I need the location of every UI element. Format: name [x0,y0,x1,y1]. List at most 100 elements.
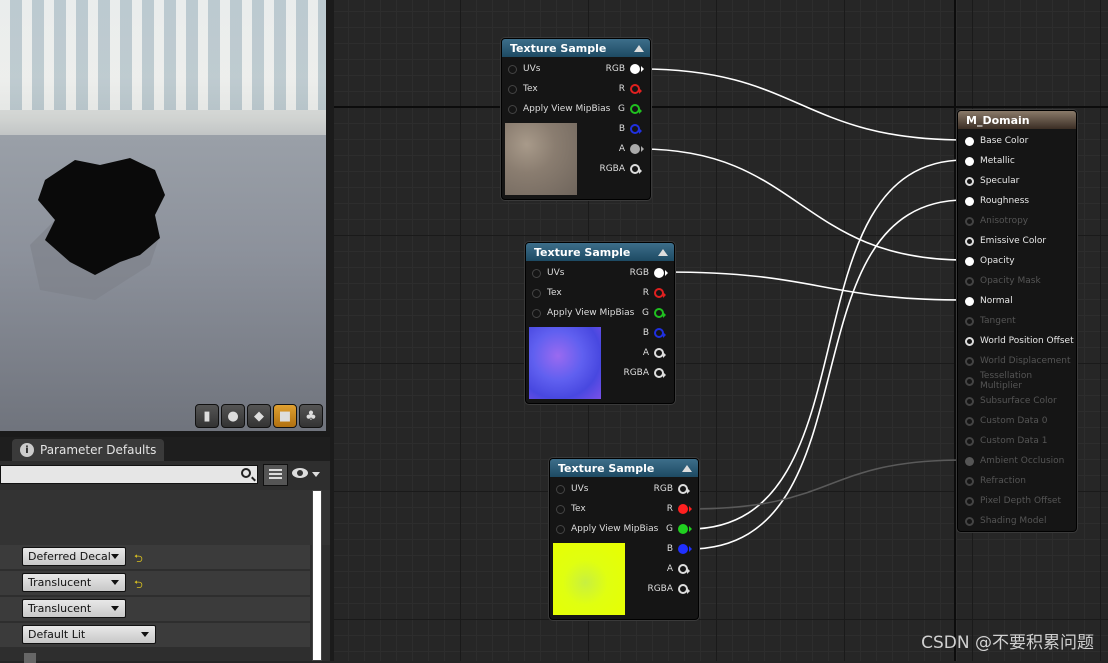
input-pin-mipbias[interactable]: Apply View MipBias [556,522,658,536]
output-pin-a[interactable]: A [667,562,690,576]
view-options-list-button[interactable] [263,464,288,486]
pin-icon [630,104,642,114]
pin-label: Apply View MipBias [571,524,659,534]
sphere-icon[interactable]: ● [221,404,245,428]
material-pin-subsurface-color[interactable]: Subsurface Color [965,394,1057,408]
input-pin-mipbias[interactable]: Apply View MipBias [532,306,634,320]
details-scrollbar[interactable] [312,490,322,661]
input-pin-tex[interactable]: Tex [508,82,538,96]
material-pin-opacity-mask[interactable]: Opacity Mask [965,274,1041,288]
output-pin-rgba[interactable]: RGBA [647,582,690,596]
input-pin-tex[interactable]: Tex [532,286,562,300]
pin-icon [965,436,974,446]
material-pin-base-color[interactable]: Base Color [965,134,1028,148]
preview-viewport[interactable]: ▮ ● ◆ ■ ♣ [0,0,326,431]
output-pin-r[interactable]: R [666,502,692,516]
output-pin-rgba[interactable]: RGBA [623,366,666,380]
teapot-icon[interactable]: ♣ [299,404,323,428]
details-panel: i Parameter Defaults Deferred Decal ⮌ Tr… [0,437,330,663]
node-header[interactable]: Texture Sample [526,243,674,261]
pin-icon [965,256,974,266]
checkbox[interactable] [24,653,36,663]
output-pin-a[interactable]: A [619,142,644,156]
collapse-icon[interactable] [658,249,668,256]
details-search-input[interactable] [0,465,258,484]
shading-model-combo[interactable]: Default Lit [22,625,156,644]
material-domain-combo[interactable]: Deferred Decal [22,547,126,566]
tab-parameter-defaults[interactable]: i Parameter Defaults [12,439,164,461]
material-pin-world-position-offset[interactable]: World Position Offset [965,334,1074,348]
pin-label: R [666,504,673,514]
plane-icon[interactable]: ◆ [247,404,271,428]
material-pin-specular[interactable]: Specular [965,174,1019,188]
pin-label: Refraction [980,476,1026,486]
material-pin-tangent[interactable]: Tangent [965,314,1016,328]
reset-to-default-icon[interactable]: ⮌ [134,576,143,595]
decal-blend-mode-combo[interactable]: Translucent [22,599,126,618]
material-pin-custom-data-1[interactable]: Custom Data 1 [965,434,1047,448]
chevron-down-icon[interactable] [312,472,320,477]
material-pin-world-displacement[interactable]: World Displacement [965,354,1071,368]
eye-icon[interactable] [292,468,308,478]
input-pin-uvs[interactable]: UVs [556,482,588,496]
pin-label: Ambient Occlusion [980,456,1065,466]
material-pin-shading-model[interactable]: Shading Model [965,514,1046,528]
pin-icon [678,584,690,594]
output-pin-rgba[interactable]: RGBA [599,162,642,176]
output-pin-g[interactable]: G [666,522,692,536]
output-pin-b[interactable]: B [619,122,642,136]
pin-label: Roughness [980,196,1030,206]
input-pin-tex[interactable]: Tex [556,502,586,516]
pin-label: World Position Offset [980,336,1074,346]
combo-value: Translucent [28,602,92,615]
material-pin-anisotropy[interactable]: Anisotropy [965,214,1028,228]
collapse-icon[interactable] [682,465,692,472]
material-pin-roughness[interactable]: Roughness [965,194,1029,208]
material-pin-opacity[interactable]: Opacity [965,254,1015,268]
texture-sample-node-3[interactable]: Texture Sample UVs Tex Apply View MipBia… [549,458,699,620]
output-pin-r[interactable]: R [642,286,666,300]
cylinder-icon[interactable]: ▮ [195,404,219,428]
output-pin-b[interactable]: B [667,542,692,556]
input-pin-mipbias[interactable]: Apply View MipBias [508,102,610,116]
node-header[interactable]: Texture Sample [550,459,698,477]
pin-label: Emissive Color [980,236,1047,246]
texture-sample-node-2[interactable]: Texture Sample UVs Tex Apply View MipBia… [525,242,675,404]
tab-label: Parameter Defaults [40,443,157,457]
material-pin-tessellation-multiplier[interactable]: Tessellation Multiplier [965,371,1076,391]
node-title: M_Domain [966,113,1030,127]
input-pin-uvs[interactable]: UVs [532,266,564,280]
collapse-icon[interactable] [634,45,644,52]
pin-label: R [642,288,649,298]
pin-label: Apply View MipBias [523,104,611,114]
blend-mode-combo[interactable]: Translucent [22,573,126,592]
output-pin-rgb[interactable]: RGB [654,482,690,496]
material-result-node[interactable]: M_Domain Base Color Metallic Specular Ro… [957,110,1077,532]
material-pin-normal[interactable]: Normal [965,294,1013,308]
material-pin-pixel-depth-offset[interactable]: Pixel Depth Offset [965,494,1061,508]
node-header[interactable]: Texture Sample [502,39,650,57]
pin-icon [965,336,974,346]
output-pin-b[interactable]: B [643,326,666,340]
input-pin-uvs[interactable]: UVs [508,62,540,76]
material-pin-emissive-color[interactable]: Emissive Color [965,234,1046,248]
property-row-material-domain: Deferred Decal ⮌ [0,545,310,569]
material-pin-ambient-occlusion[interactable]: Ambient Occlusion [965,454,1064,468]
output-pin-rgb[interactable]: RGB [606,62,644,76]
output-pin-rgb[interactable]: RGB [630,266,668,280]
output-pin-g[interactable]: G [618,102,642,116]
texture-sample-node-1[interactable]: Texture Sample UVs Tex Apply View MipBia… [501,38,651,200]
search-icon[interactable] [241,468,251,478]
material-pin-custom-data-0[interactable]: Custom Data 0 [965,414,1047,428]
reset-to-default-icon[interactable]: ⮌ [134,550,143,569]
material-pin-metallic[interactable]: Metallic [965,154,1015,168]
output-pin-a[interactable]: A [643,346,666,360]
pin-icon [630,144,644,154]
pin-icon [508,64,517,74]
material-pin-refraction[interactable]: Refraction [965,474,1026,488]
cube-icon[interactable]: ■ [273,404,297,428]
output-pin-g[interactable]: G [642,306,666,320]
node-header[interactable]: M_Domain [958,111,1076,129]
pin-label: Tex [523,84,538,94]
output-pin-r[interactable]: R [619,82,642,96]
